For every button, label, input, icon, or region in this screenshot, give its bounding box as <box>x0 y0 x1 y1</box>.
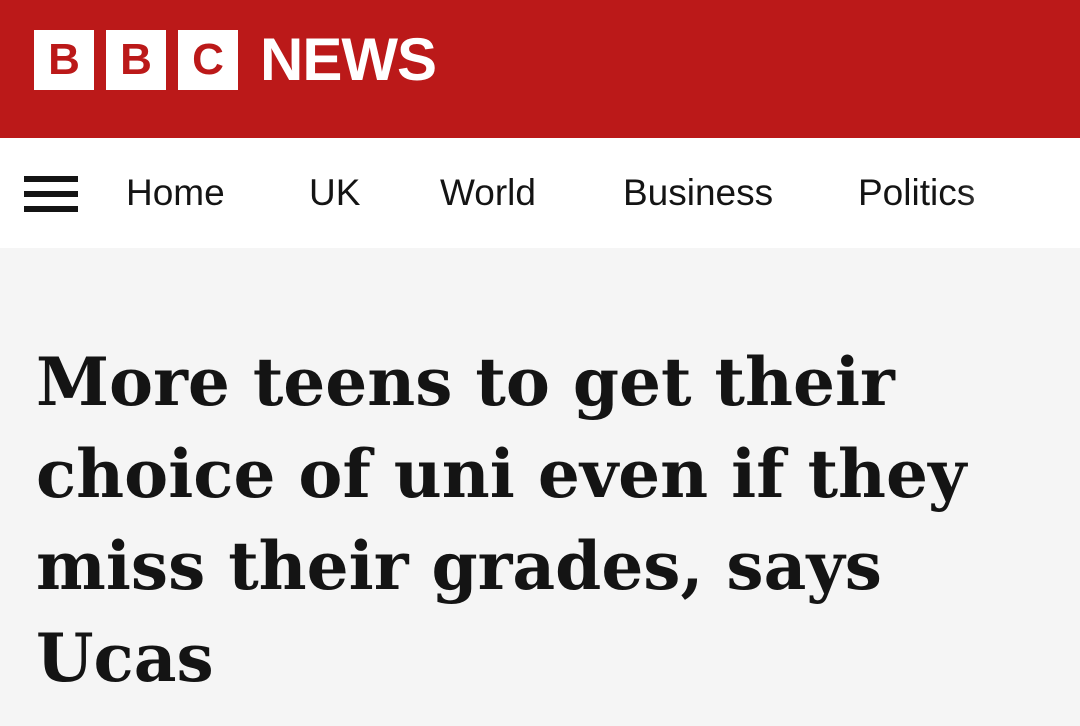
nav-item-world[interactable]: World <box>440 168 536 218</box>
bbc-news-logo[interactable]: B B C NEWS <box>34 26 437 93</box>
menu-icon-bar <box>24 176 78 182</box>
nav-item-politics[interactable]: Politics <box>858 168 975 218</box>
nav-item-home[interactable]: Home <box>126 168 225 218</box>
main-navigation: Home UK World Business Politics <box>0 138 1080 248</box>
article-area: More teens to get their choice of uni ev… <box>0 248 1080 726</box>
logo-news-text: NEWS <box>260 26 437 93</box>
nav-scroll-fade <box>960 138 1080 248</box>
logo-block-b2: B <box>106 30 166 90</box>
article-headline: More teens to get their choice of uni ev… <box>36 343 967 697</box>
menu-icon-bar <box>24 206 78 212</box>
nav-item-uk[interactable]: UK <box>309 168 360 218</box>
logo-block-b1: B <box>34 30 94 90</box>
logo-block-c: C <box>178 30 238 90</box>
site-header: B B C NEWS <box>0 0 1080 138</box>
hamburger-menu-icon[interactable] <box>24 174 78 214</box>
nav-item-business[interactable]: Business <box>623 168 773 218</box>
menu-icon-bar <box>24 191 78 197</box>
